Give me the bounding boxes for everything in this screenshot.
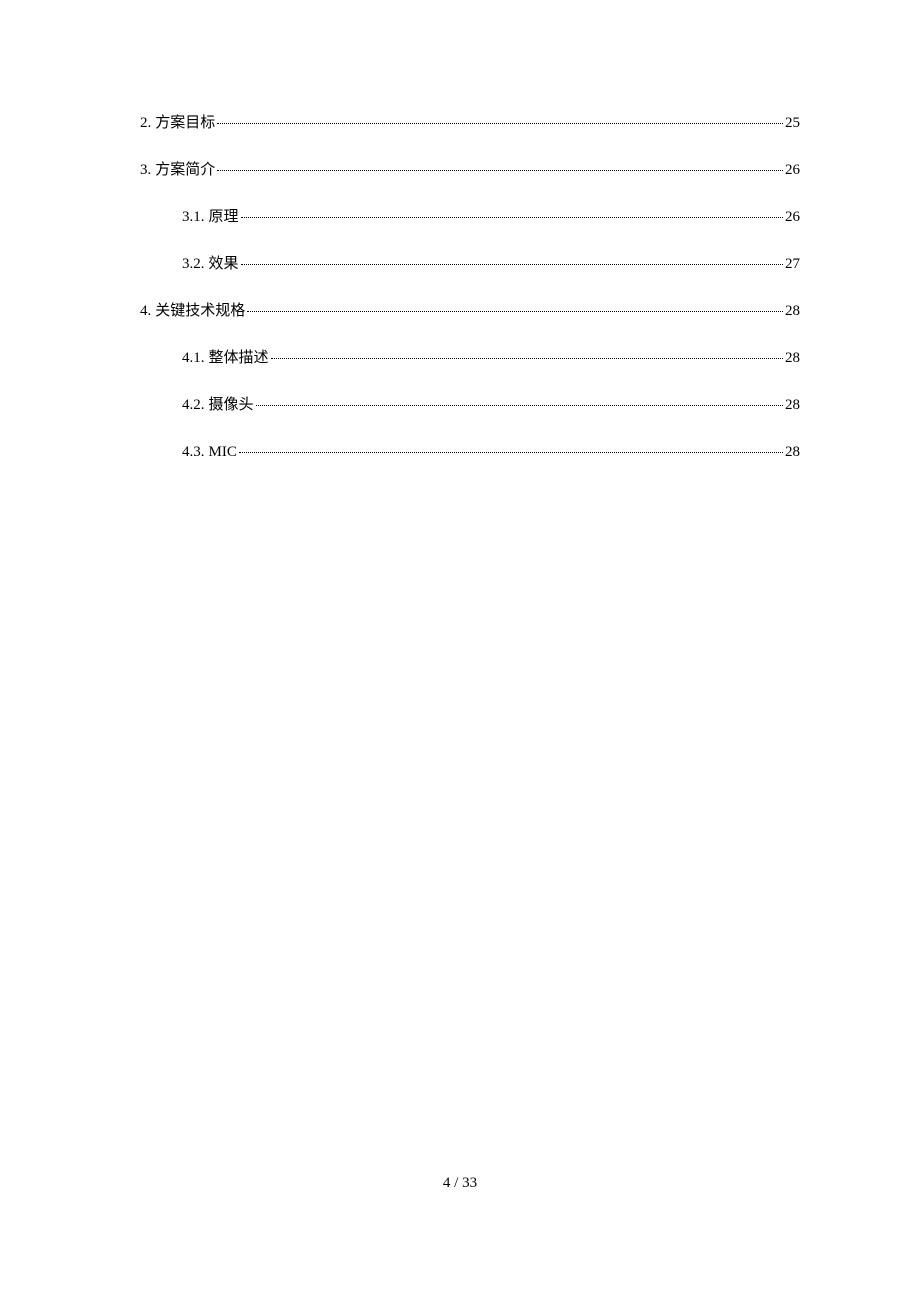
toc-dots [271, 358, 783, 359]
toc-entry: 3. 方案简介 26 [120, 160, 800, 181]
toc-entry-number: 4. [140, 301, 151, 322]
toc-entry: 3.2. 效果 27 [120, 254, 800, 275]
toc-entry-number: 4.1. [182, 348, 205, 369]
toc-entry-page: 27 [785, 254, 800, 275]
page-indicator: 4 / 33 [443, 1175, 477, 1191]
toc-entry-title: 整体描述 [209, 348, 269, 369]
page-footer: 4 / 33 [0, 1175, 920, 1192]
toc-entry-number: 3.2. [182, 254, 205, 275]
toc-dots [241, 264, 783, 265]
toc-dots [239, 452, 783, 453]
toc-dots [217, 170, 783, 171]
toc-entry-page: 25 [785, 113, 800, 134]
toc-entry-page: 28 [785, 301, 800, 322]
toc-entry-title: 关键技术规格 [155, 301, 245, 322]
toc-dots [256, 405, 783, 406]
toc-entry-title: 摄像头 [209, 395, 254, 416]
toc-entry-page: 26 [785, 160, 800, 181]
toc-entry-number: 4.3. [182, 442, 205, 463]
toc-entry: 3.1. 原理 26 [120, 207, 800, 228]
toc-entry: 4. 关键技术规格 28 [120, 301, 800, 322]
toc-entry-title: 效果 [209, 254, 239, 275]
toc-entry-number: 2. [140, 113, 151, 134]
toc-entry-title: 方案目标 [155, 113, 215, 134]
toc-entry: 4.3. MIC 28 [120, 442, 800, 463]
toc-entry-page: 28 [785, 395, 800, 416]
toc-entry-title: MIC [209, 442, 237, 463]
toc-entry-page: 26 [785, 207, 800, 228]
toc-entry-title: 原理 [209, 207, 239, 228]
page-content: 2. 方案目标 25 3. 方案简介 26 3.1. 原理 26 3.2. 效果… [0, 0, 920, 463]
toc-dots [217, 123, 783, 124]
toc-entry-title: 方案简介 [155, 160, 215, 181]
toc-entry: 4.1. 整体描述 28 [120, 348, 800, 369]
toc-entry-number: 3. [140, 160, 151, 181]
toc-entry-page: 28 [785, 442, 800, 463]
toc-entry: 2. 方案目标 25 [120, 113, 800, 134]
toc-entry-number: 4.2. [182, 395, 205, 416]
toc-entry-page: 28 [785, 348, 800, 369]
toc-dots [247, 311, 783, 312]
toc-entry: 4.2. 摄像头 28 [120, 395, 800, 416]
toc-dots [241, 217, 783, 218]
toc-entry-number: 3.1. [182, 207, 205, 228]
